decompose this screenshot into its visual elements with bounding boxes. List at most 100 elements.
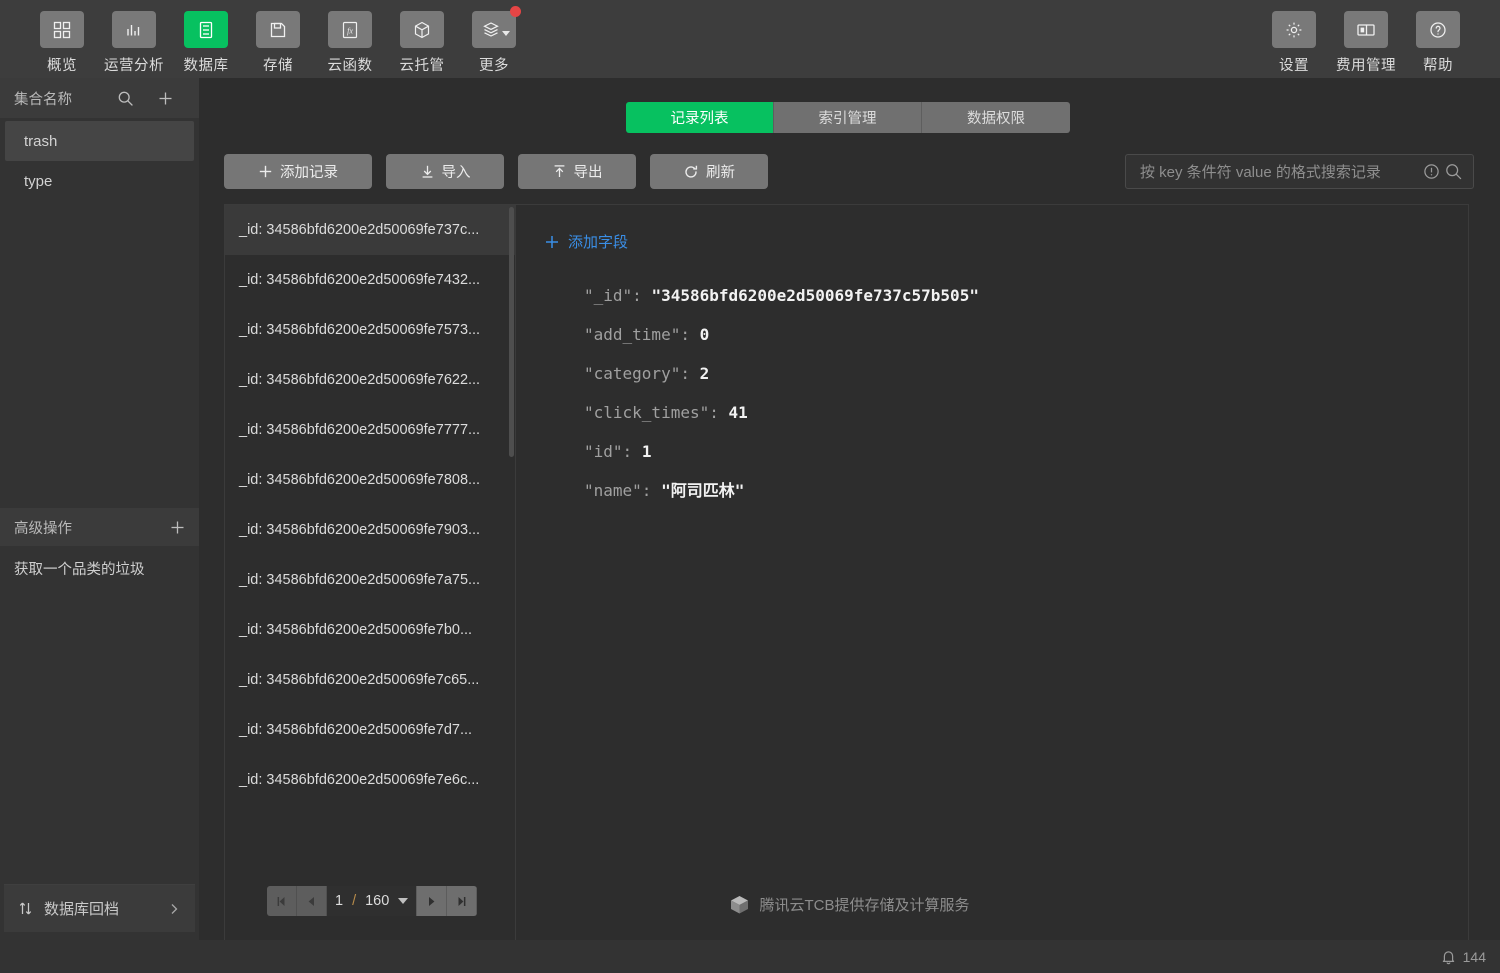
collection-item-trash[interactable]: trash: [5, 121, 194, 161]
export-label: 导出: [573, 165, 603, 181]
json-field-row[interactable]: "name": "阿司匹林": [584, 471, 1468, 510]
tcb-cube-logo: [729, 894, 750, 915]
tab-index-management[interactable]: 索引管理: [774, 102, 922, 133]
json-value[interactable]: 2: [700, 364, 710, 383]
chevron-down-icon: [502, 31, 510, 36]
list-item[interactable]: _id: 34586bfd6200e2d50069fe7777...: [225, 405, 516, 455]
nav-item-overview[interactable]: 概览: [26, 0, 98, 75]
exclamation-circle-icon[interactable]: [1422, 162, 1441, 181]
add-field-label: 添加字段: [568, 234, 629, 251]
nav-item-database-label: 数据库: [183, 58, 229, 74]
advanced-operations-label: 高级操作: [14, 520, 72, 537]
nav-item-storage[interactable]: 存储: [242, 0, 314, 75]
refresh-button[interactable]: 刷新: [650, 154, 768, 189]
question-circle-icon: [1416, 11, 1460, 48]
plus-icon: [544, 234, 560, 250]
download-arrow-icon: [420, 164, 435, 179]
tab-data-permission-label: 数据权限: [967, 111, 1025, 127]
nav-item-analytics[interactable]: 运营分析: [98, 0, 170, 75]
nav-item-overview-label: 概览: [47, 58, 77, 74]
collection-item-label: type: [24, 172, 53, 190]
json-value[interactable]: "34586bfd6200e2d50069fe737c57b505": [651, 286, 979, 305]
record-list-scrollbar[interactable]: [509, 207, 514, 457]
json-field-row[interactable]: "click_times": 41: [584, 393, 1468, 432]
list-item[interactable]: _id: 34586bfd6200e2d50069fe7432...: [225, 255, 516, 305]
import-label: 导入: [441, 165, 471, 181]
nav-item-help[interactable]: 帮助: [1402, 0, 1474, 75]
list-item[interactable]: _id: 34586bfd6200e2d50069fe7c65...: [225, 655, 516, 705]
record-id-label: _id: 34586bfd6200e2d50069fe7c65...: [239, 672, 480, 688]
records-toolbar: 添加记录 导入 导出 刷新: [224, 154, 768, 189]
tab-data-permission[interactable]: 数据权限: [922, 102, 1070, 133]
add-record-button[interactable]: 添加记录: [224, 154, 372, 189]
collection-item-label: trash: [24, 132, 58, 150]
refresh-circle-icon: [683, 164, 699, 180]
search-records-box[interactable]: 按 key 条件符 value 的格式搜索记录: [1125, 154, 1474, 189]
json-key: "add_time":: [584, 325, 690, 344]
record-list-scroll: _id: 34586bfd6200e2d50069fe737c... _id: …: [225, 205, 516, 881]
record-id-label: _id: 34586bfd6200e2d50069fe7808...: [239, 472, 481, 488]
collection-item-type[interactable]: type: [5, 161, 194, 201]
nav-item-storage-label: 存储: [263, 58, 293, 74]
collections-header: 集合名称: [0, 78, 199, 118]
status-bar: 144: [0, 940, 1500, 973]
more-notification-badge: [510, 6, 521, 17]
list-item[interactable]: _id: 34586bfd6200e2d50069fe7a75...: [225, 555, 516, 605]
nav-item-cloud-hosting[interactable]: 云托管: [386, 0, 458, 75]
main-content-area: 记录列表 索引管理 数据权限 添加记录 导入 导出 刷新 按 key 条件符 v…: [199, 78, 1500, 942]
nav-item-billing[interactable]: 费用管理: [1330, 0, 1402, 75]
search-icon[interactable]: [1444, 162, 1463, 181]
json-value[interactable]: 0: [700, 325, 710, 344]
import-button[interactable]: 导入: [386, 154, 504, 189]
json-key: "name":: [584, 481, 652, 500]
plus-icon: [258, 164, 273, 179]
list-item[interactable]: _id: 34586bfd6200e2d50069fe7808...: [225, 455, 516, 505]
plus-icon[interactable]: [155, 519, 199, 536]
nav-item-more-label: 更多: [479, 58, 509, 74]
record-id-label: _id: 34586bfd6200e2d50069fe7e6c...: [239, 772, 480, 788]
record-id-label: _id: 34586bfd6200e2d50069fe7432...: [239, 272, 481, 288]
json-field-row[interactable]: "id": 1: [584, 432, 1468, 471]
json-value[interactable]: "阿司匹林": [661, 481, 744, 500]
record-id-label: _id: 34586bfd6200e2d50069fe7903...: [239, 522, 481, 538]
record-id-label: _id: 34586bfd6200e2d50069fe7b0...: [239, 622, 473, 638]
nav-item-analytics-label: 运营分析: [104, 58, 164, 74]
json-field-row[interactable]: "_id": "34586bfd6200e2d50069fe737c57b505…: [584, 276, 1468, 315]
json-value[interactable]: 1: [642, 442, 652, 461]
json-value[interactable]: 41: [729, 403, 748, 422]
list-item[interactable]: _id: 34586bfd6200e2d50069fe7e6c...: [225, 755, 516, 805]
tab-record-list[interactable]: 记录列表: [626, 102, 774, 133]
advanced-operation-item[interactable]: 获取一个品类的垃圾: [0, 546, 199, 590]
top-nav-right-group: 设置 费用管理 帮助: [1258, 0, 1474, 75]
json-field-row[interactable]: "add_time": 0: [584, 315, 1468, 354]
json-field-row[interactable]: "category": 2: [584, 354, 1468, 393]
list-item[interactable]: _id: 34586bfd6200e2d50069fe737c...: [225, 205, 516, 255]
upload-arrow-icon: [552, 164, 567, 179]
nav-item-cloud-function[interactable]: fx 云函数: [314, 0, 386, 75]
nav-item-more[interactable]: 更多: [458, 0, 530, 75]
database-rollback-button[interactable]: 数据库回档: [4, 884, 195, 932]
nav-item-settings[interactable]: 设置: [1258, 0, 1330, 75]
list-item[interactable]: _id: 34586bfd6200e2d50069fe7903...: [225, 505, 516, 555]
svg-text:fx: fx: [347, 26, 353, 35]
list-item[interactable]: _id: 34586bfd6200e2d50069fe7b0...: [225, 605, 516, 655]
save-disk-icon: [256, 11, 300, 48]
add-field-button[interactable]: 添加字段: [544, 231, 664, 252]
record-id-label: _id: 34586bfd6200e2d50069fe737c...: [239, 222, 480, 238]
plus-icon[interactable]: [145, 90, 185, 107]
json-key: "click_times":: [584, 403, 719, 422]
list-item[interactable]: _id: 34586bfd6200e2d50069fe7d7...: [225, 705, 516, 755]
notification-count: 144: [1462, 948, 1486, 965]
nav-item-billing-label: 费用管理: [1336, 58, 1396, 74]
json-key: "_id":: [584, 286, 642, 305]
tab-record-list-label: 记录列表: [670, 111, 729, 127]
export-button[interactable]: 导出: [518, 154, 636, 189]
search-icon[interactable]: [105, 90, 145, 107]
list-item[interactable]: _id: 34586bfd6200e2d50069fe7573...: [225, 305, 516, 355]
nav-item-database[interactable]: 数据库: [170, 0, 242, 75]
bell-icon[interactable]: [1441, 949, 1456, 965]
list-item[interactable]: _id: 34586bfd6200e2d50069fe7622...: [225, 355, 516, 405]
nav-item-cloud-function-label: 云函数: [327, 58, 373, 74]
grid-icon: [40, 11, 84, 48]
search-input-placeholder[interactable]: 按 key 条件符 value 的格式搜索记录: [1140, 161, 1422, 182]
